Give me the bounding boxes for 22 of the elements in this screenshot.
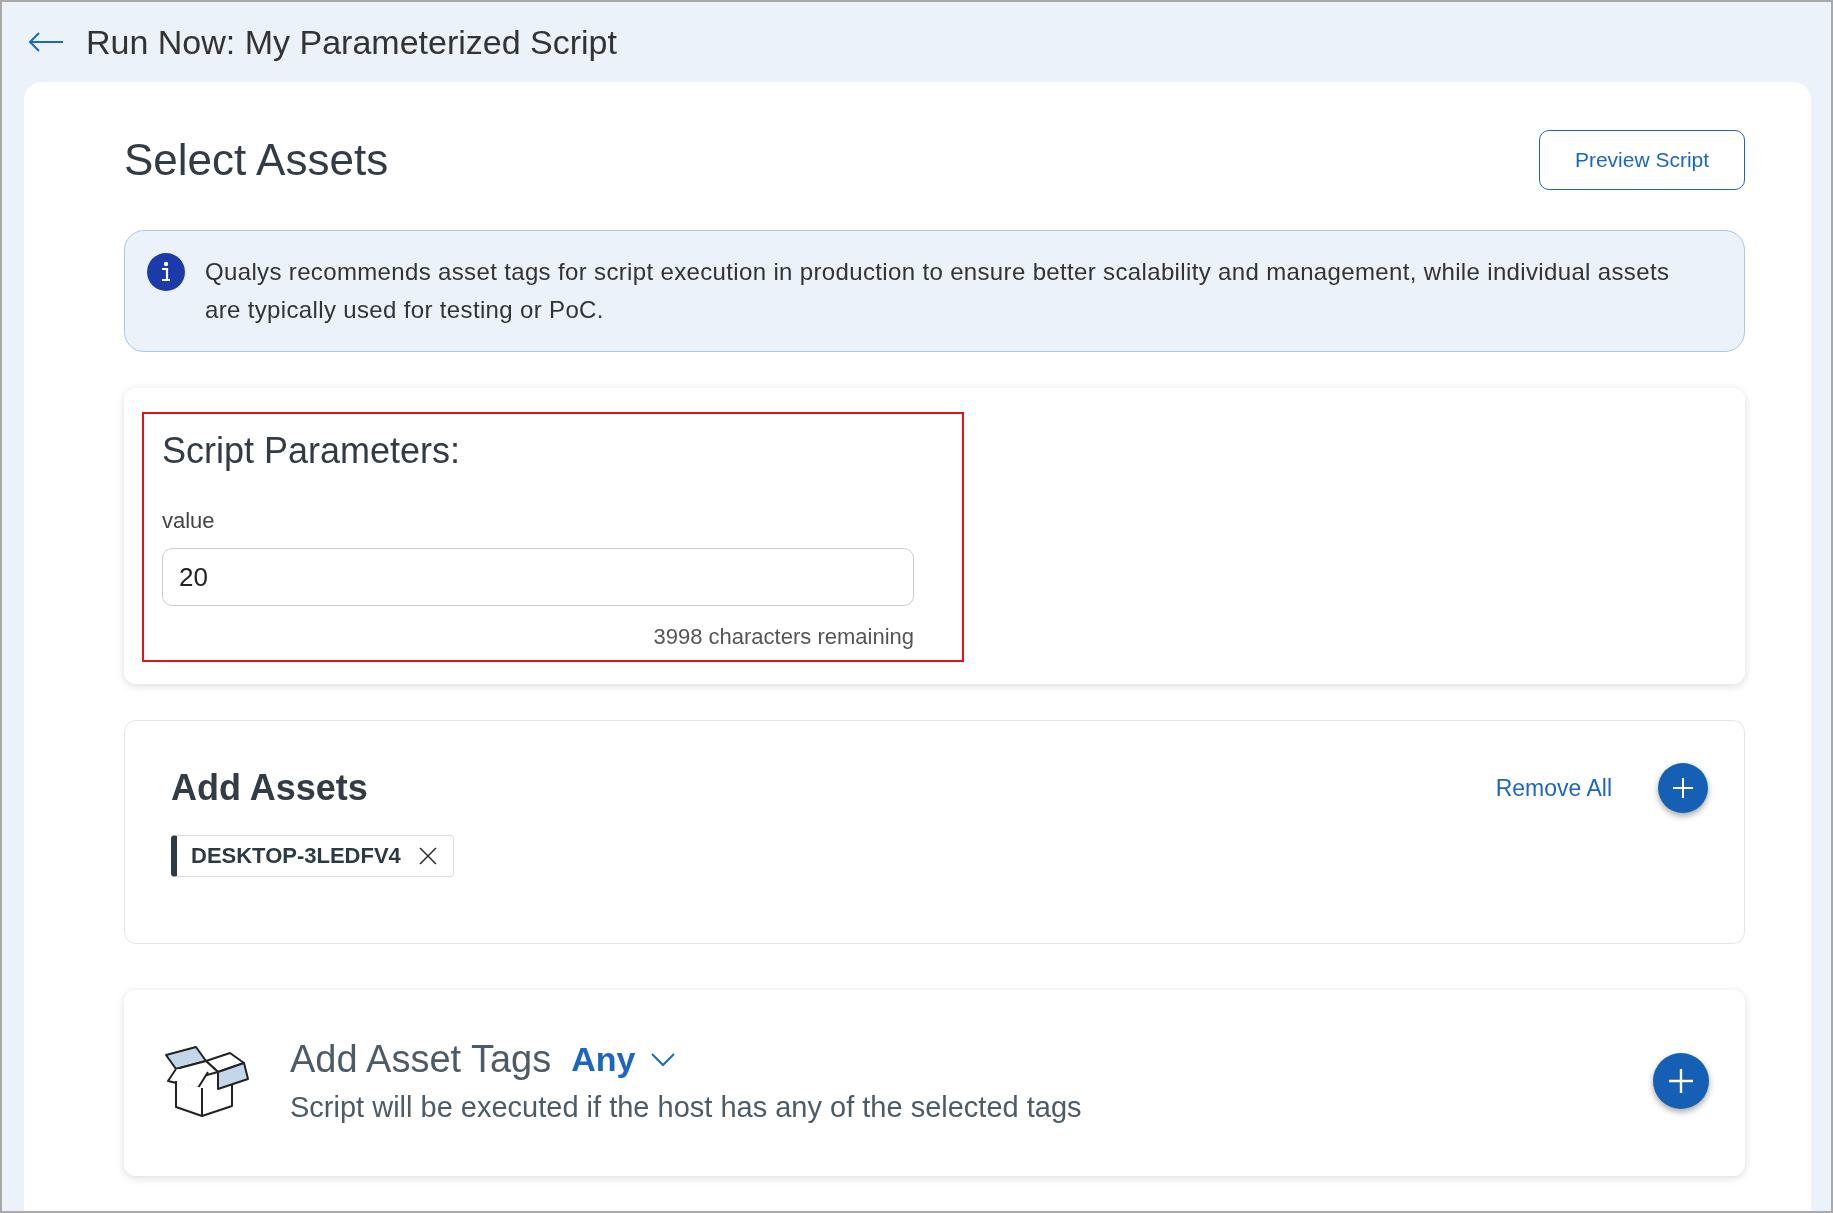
tags-description: Script will be executed if the host has any of the selected tags — [290, 1091, 1083, 1124]
page-header-title: Run Now: My Parameterized Script — [86, 22, 617, 62]
value-input-field[interactable]: 20 — [162, 548, 914, 606]
preview-script-button[interactable]: Preview Script — [1539, 130, 1745, 190]
back-arrow-icon[interactable] — [28, 32, 64, 52]
add-asset-tags-title: Add Asset Tags — [290, 1038, 552, 1081]
asset-name: DESKTOP-3LEDFV4 — [191, 843, 401, 869]
add-assets-title: Add Assets — [171, 767, 368, 809]
chevron-down-icon — [651, 1052, 676, 1067]
add-tag-button[interactable] — [1653, 1053, 1709, 1109]
match-dropdown[interactable]: Any — [571, 1040, 676, 1079]
info-icon — [147, 253, 185, 291]
field-label: value — [162, 508, 216, 534]
plus-icon — [1667, 1067, 1695, 1095]
section-title: Select Assets — [124, 135, 389, 185]
remove-all-link[interactable]: Remove All — [1495, 774, 1612, 802]
characters-remaining: 3998 characters remaining — [653, 624, 914, 650]
info-message: Qualys recommends asset tags for script execution in production to ensure better scalability and management, while individual assets are typically used for testing or PoC. — [205, 257, 1671, 325]
parameters-title: Script Parameters: — [162, 430, 462, 472]
plus-icon — [1671, 776, 1695, 800]
close-icon[interactable] — [418, 847, 437, 865]
add-asset-button[interactable] — [1658, 763, 1708, 813]
